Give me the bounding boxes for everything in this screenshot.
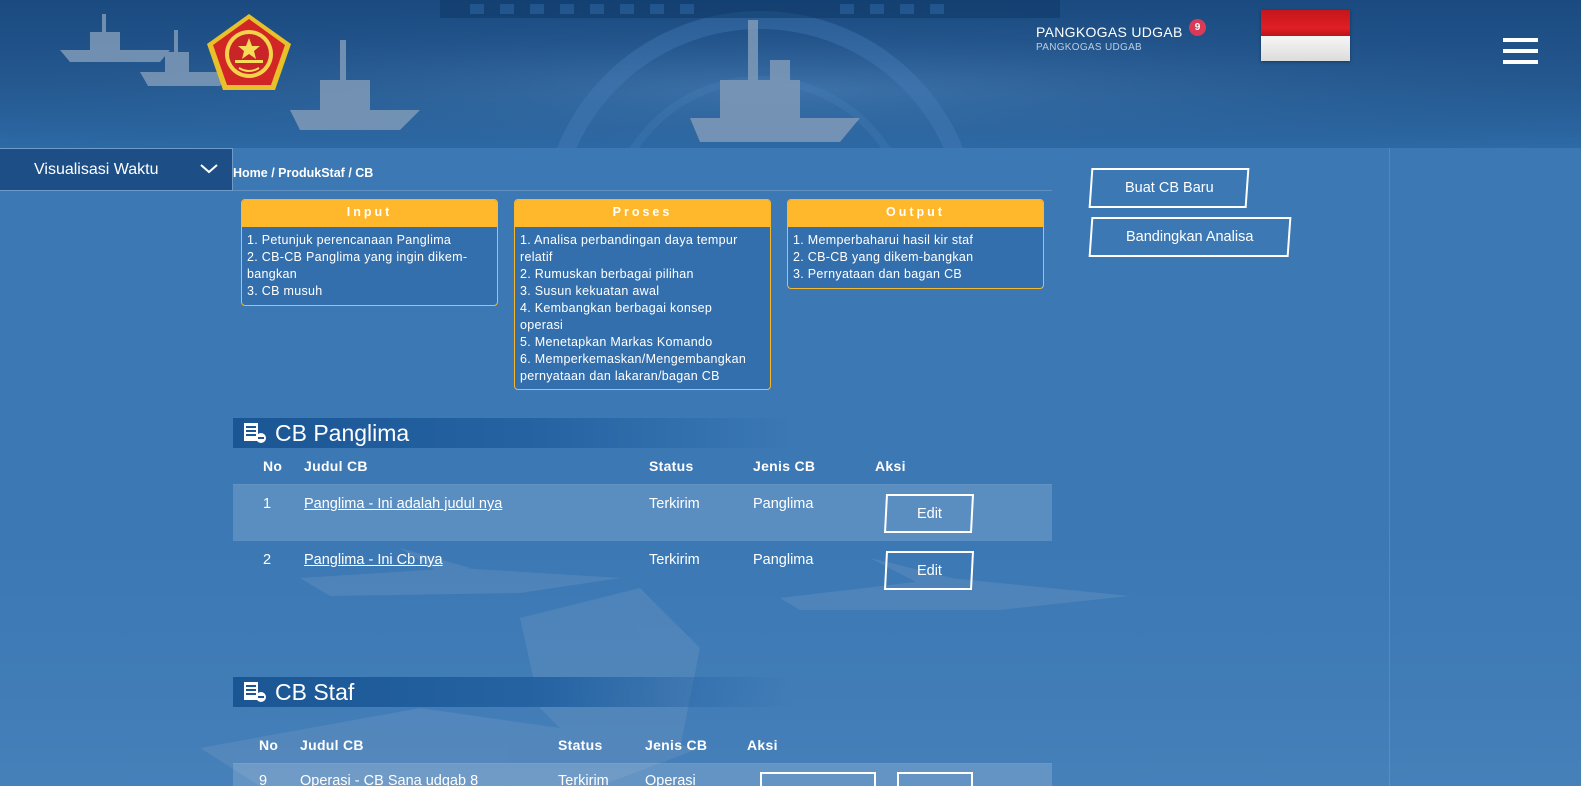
proses-card-title: Proses	[515, 200, 770, 227]
top-header: PANGKOGAS UDGAB PANGKOGAS UDGAB 9	[0, 0, 1581, 148]
cb-staf-heading: CB Staf	[233, 677, 793, 707]
indonesia-flag-icon	[1261, 10, 1350, 61]
output-line: 2. CB-CB yang dikem-bangkan	[793, 250, 974, 264]
proses-line: 3. Susun kekuatan awal	[520, 284, 660, 298]
output-line: 3. Pernyataan dan bagan CB	[793, 267, 963, 281]
row-title-link[interactable]: Operasi - CB Sana udgab 8	[300, 773, 478, 786]
military-emblem-logo	[207, 14, 291, 90]
document-list-icon	[244, 423, 266, 443]
col-judul: Judul CB	[304, 458, 368, 474]
input-line: bangkan	[247, 267, 298, 281]
breadcrumb-current: CB	[355, 166, 374, 180]
row-title-link[interactable]: Panglima - Ini adalah judul nya	[304, 496, 502, 512]
proses-line: pernyataan dan lakaran/bagan CB	[520, 369, 720, 383]
input-card-body: 1. Petunjuk perencanaan Panglima 2. CB-C…	[242, 227, 497, 305]
breadcrumb-home[interactable]: Home	[233, 166, 268, 180]
document-list-icon	[244, 682, 266, 702]
breadcrumb-divider	[233, 190, 1052, 191]
cb-panglima-heading: CB Panglima	[233, 418, 793, 448]
breadcrumb-separator: /	[267, 166, 279, 180]
cb-panglima-title: CB Panglima	[275, 419, 410, 446]
user-name[interactable]: PANGKOGAS UDGAB	[1036, 24, 1183, 40]
col-aksi: Aksi	[747, 737, 778, 753]
edit-button[interactable]: Edit	[883, 551, 975, 590]
proses-line: 2. Rumuskan berbagai pilihan	[520, 267, 694, 281]
col-judul: Judul CB	[300, 737, 364, 753]
row-status: Terkirim	[558, 773, 609, 786]
bandingkan-analisa-label: Bandingkan Analisa	[1126, 229, 1254, 245]
proses-line: 1. Analisa perbandingan daya tempur	[520, 233, 738, 247]
proses-line: operasi	[520, 318, 564, 332]
breadcrumb-produkstaf[interactable]: ProdukStaf	[278, 166, 345, 180]
output-line: 1. Memperbaharui hasil kir staf	[793, 233, 974, 247]
buat-cb-baru-button[interactable]: Buat CB Baru	[1088, 168, 1250, 208]
input-line: 2. CB-CB Panglima yang ingin dikem-	[247, 250, 468, 264]
row-title-link[interactable]: Panglima - Ini Cb nya	[304, 552, 443, 568]
row-no: 9	[259, 773, 268, 786]
cb-staf-title: CB Staf	[275, 678, 355, 705]
input-card-title: Input	[242, 200, 497, 227]
input-line: 3. CB musuh	[247, 284, 323, 298]
buat-cb-baru-label: Buat CB Baru	[1124, 180, 1214, 196]
col-status: Status	[649, 458, 694, 474]
edit-label: Edit	[916, 562, 942, 579]
row-jenis: Operasi	[645, 773, 696, 786]
input-card: Input 1. Petunjuk perencanaan Panglima 2…	[241, 199, 498, 306]
user-profile[interactable]: PANGKOGAS UDGAB PANGKOGAS UDGAB	[1036, 24, 1183, 53]
col-no: No	[263, 458, 283, 474]
staf-edit-button[interactable]	[897, 772, 973, 786]
edit-label: Edit	[916, 505, 942, 522]
hamburger-menu-icon[interactable]	[1503, 38, 1538, 66]
col-jenis: Jenis CB	[753, 458, 816, 474]
notification-badge[interactable]: 9	[1189, 19, 1206, 36]
visualisasi-waktu-dropdown[interactable]: Visualisasi Waktu	[0, 148, 233, 191]
col-aksi: Aksi	[875, 458, 906, 474]
dropdown-label: Visualisasi Waktu	[34, 160, 159, 178]
col-jenis: Jenis CB	[645, 737, 708, 753]
col-status: Status	[558, 737, 603, 753]
row-no: 2	[263, 552, 272, 568]
proses-card: Proses 1. Analisa perbandingan daya temp…	[514, 199, 771, 390]
proses-line: relatif	[520, 250, 553, 264]
proses-line: 4. Kembangkan berbagai konsep	[520, 301, 713, 315]
chevron-down-icon	[200, 161, 218, 177]
input-line: 1. Petunjuk perencanaan Panglima	[247, 233, 452, 247]
row-no: 1	[263, 496, 272, 512]
col-no: No	[259, 737, 279, 753]
proses-line: 5. Menetapkan Markas Komando	[520, 335, 713, 349]
row-status: Terkirim	[649, 496, 700, 512]
output-card: Output 1. Memperbaharui hasil kir staf 2…	[787, 199, 1044, 289]
output-card-body: 1. Memperbaharui hasil kir staf 2. CB-CB…	[788, 227, 1043, 288]
staf-action-button[interactable]	[760, 772, 876, 786]
proses-line: 6. Memperkemaskan/Mengembangkan	[520, 352, 747, 366]
row-status: Terkirim	[649, 552, 700, 568]
row-jenis: Panglima	[753, 552, 814, 568]
edit-button[interactable]: Edit	[883, 494, 975, 533]
bandingkan-analisa-button[interactable]: Bandingkan Analisa	[1088, 217, 1292, 257]
breadcrumb-separator: /	[344, 166, 356, 180]
breadcrumb: Home / ProdukStaf / CB	[233, 166, 373, 180]
row-jenis: Panglima	[753, 496, 814, 512]
user-role: PANGKOGAS UDGAB	[1036, 42, 1143, 53]
layout-divider	[1389, 148, 1390, 786]
proses-card-body: 1. Analisa perbandingan daya tempur rela…	[515, 227, 770, 389]
output-card-title: Output	[788, 200, 1043, 227]
